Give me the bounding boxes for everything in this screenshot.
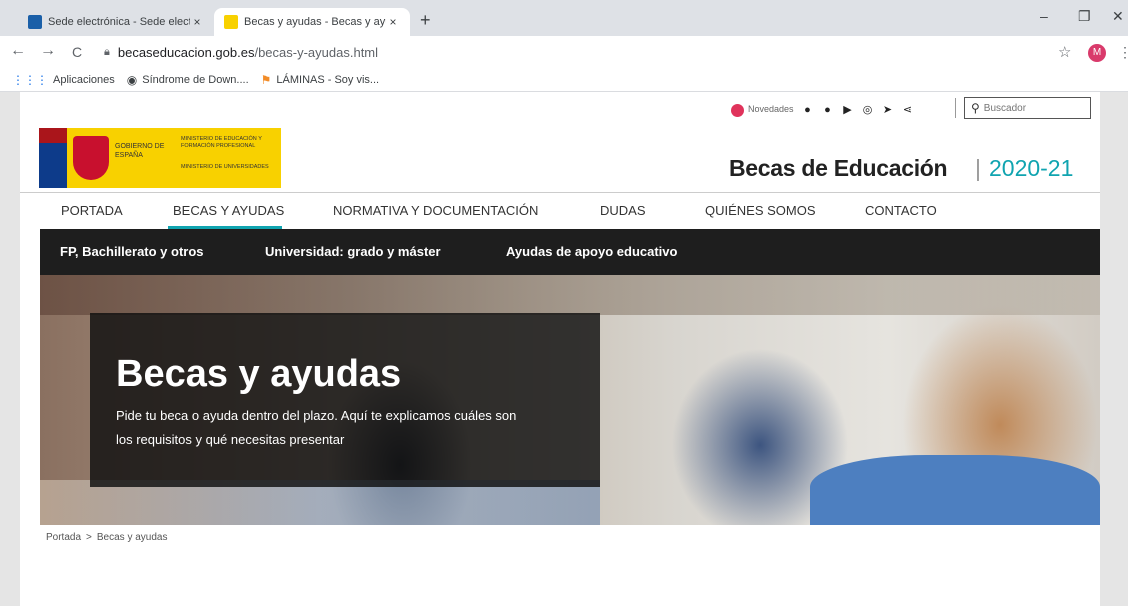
apps-grid-icon: ⋮⋮⋮	[12, 72, 48, 87]
reload-icon[interactable]: C	[72, 44, 82, 60]
nav-becas-y-ayudas[interactable]: BECAS Y AYUDAS	[173, 203, 284, 218]
hero-background-shelf	[40, 275, 1100, 315]
coat-of-arms-icon	[73, 136, 109, 180]
browser-tabstrip: Sede electrónica - Sede electrón × Becas…	[0, 0, 1128, 36]
page: Novedades ● ● ▶ ◎ ➤ ⋖ ⚲ GOBIERNO DE ESPA…	[20, 92, 1100, 606]
minimize-icon[interactable]: –	[1040, 8, 1048, 24]
novedades-bell-icon[interactable]	[731, 104, 744, 117]
tab-close-icon[interactable]: ×	[190, 15, 204, 29]
breadcrumb-home[interactable]: Portada	[46, 532, 81, 543]
nav-dudas[interactable]: DUDAS	[600, 203, 646, 218]
search-input[interactable]	[983, 102, 1079, 114]
logo-ministerio-educacion: MINISTERIO DE EDUCACIÓN Y FORMACIÓN PROF…	[181, 136, 262, 149]
lock-icon: 🔒︎	[104, 45, 110, 58]
bookmarks-bar: ⋮⋮⋮ Aplicaciones ◉ Síndrome de Down.... …	[0, 68, 1128, 92]
globe-icon: ◉	[126, 72, 138, 87]
novedades-link[interactable]: Novedades	[748, 104, 794, 114]
utility-bar: Novedades ● ● ▶ ◎ ➤ ⋖ ⚲	[20, 92, 1100, 124]
tab-title: Becas y ayudas - Becas y ayudas	[244, 16, 386, 28]
breadcrumb-separator: >	[86, 532, 92, 543]
breadcrumb: Portada > Becas y ayudas	[46, 532, 167, 543]
becas-favicon-icon	[224, 15, 238, 29]
logo-ministerio-universidades: MINISTERIO DE UNIVERSIDADES	[181, 164, 269, 170]
restore-icon[interactable]: ❐	[1078, 8, 1091, 25]
browser-tab-becas[interactable]: Becas y ayudas - Becas y ayudas ×	[214, 8, 410, 36]
subnav-universidad[interactable]: Universidad: grado y máster	[265, 244, 441, 259]
sede-favicon-icon	[28, 15, 42, 29]
bookmark-label: LÁMINAS - Soy vis...	[276, 73, 380, 86]
telegram-icon[interactable]: ➤	[880, 102, 895, 117]
hero-title: Becas y ayudas	[116, 353, 402, 395]
close-window-icon[interactable]: ✕	[1112, 8, 1124, 25]
instagram-icon[interactable]: ◎	[860, 102, 875, 117]
bookmark-laminas[interactable]: ⚑ LÁMINAS - Soy vis...	[261, 73, 379, 87]
government-logo[interactable]: GOBIERNO DE ESPAÑA MINISTERIO DE EDUCACI…	[39, 128, 281, 188]
browser-menu-icon[interactable]: ⋮	[1118, 44, 1128, 61]
breadcrumb-current: Becas y ayudas	[96, 532, 168, 543]
browser-tab-sede[interactable]: Sede electrónica - Sede electrón ×	[18, 8, 214, 36]
site-title[interactable]: Becas de Educación	[729, 155, 948, 182]
back-icon[interactable]: ←	[10, 42, 26, 60]
tab-title: Sede electrónica - Sede electrón	[48, 16, 190, 28]
bookmark-flag-icon: ⚑	[260, 72, 272, 87]
bookmark-star-icon[interactable]: ☆	[1058, 43, 1071, 61]
search-icon[interactable]: ⚲	[971, 101, 980, 115]
hero-description: Pide tu beca o ayuda dentro del plazo. A…	[116, 408, 517, 447]
new-tab-button[interactable]: +	[420, 10, 431, 31]
subnav-fp-bachillerato[interactable]: FP, Bachillerato y otros	[60, 244, 204, 259]
forward-icon[interactable]: →	[40, 42, 56, 60]
subnav-ayudas-apoyo[interactable]: Ayudas de apoyo educativo	[506, 244, 677, 259]
browser-toolbar: ← → C 🔒︎ becaseducacion.gob.es/becas-y-a…	[0, 36, 1128, 68]
twitter-icon[interactable]: ●	[820, 102, 835, 117]
youtube-icon[interactable]: ▶	[840, 102, 855, 117]
nav-normativa[interactable]: NORMATIVA Y DOCUMENTACIÓN	[333, 203, 538, 218]
search-box[interactable]: ⚲	[964, 97, 1091, 119]
tab-close-icon[interactable]: ×	[386, 15, 400, 29]
hero-banner: Becas y ayudas Pide tu beca o ayuda dent…	[40, 275, 1100, 525]
page-viewport: Novedades ● ● ▶ ◎ ➤ ⋖ ⚲ GOBIERNO DE ESPA…	[0, 92, 1128, 606]
logo-gobierno-text: GOBIERNO DE ESPAÑA	[115, 143, 165, 159]
sub-nav: FP, Bachillerato y otros Universidad: gr…	[40, 229, 1100, 275]
bookmark-apps[interactable]: ⋮⋮⋮ Aplicaciones	[12, 73, 115, 87]
divider	[955, 98, 956, 118]
bookmark-label: Aplicaciones	[53, 73, 115, 86]
main-nav: PORTADA BECAS Y AYUDAS NORMATIVA Y DOCUM…	[20, 192, 1100, 229]
facebook-icon[interactable]: ●	[800, 102, 815, 117]
bookmark-sindrome[interactable]: ◉ Síndrome de Down....	[127, 73, 249, 87]
profile-avatar[interactable]: M	[1088, 44, 1106, 62]
share-icon[interactable]: ⋖	[900, 102, 915, 117]
nav-quienes-somos[interactable]: QUIÉNES SOMOS	[705, 203, 816, 218]
url-host: becaseducacion.gob.es	[117, 44, 255, 60]
url-path: /becas-y-ayudas.html	[254, 44, 379, 60]
hero-text-box: Becas y ayudas Pide tu beca o ayuda dent…	[90, 313, 600, 487]
year-text: 2020-21	[988, 155, 1074, 181]
eu-flag-icon	[39, 128, 67, 188]
nav-contacto[interactable]: CONTACTO	[865, 203, 937, 218]
hero-background-figure	[810, 455, 1100, 525]
nav-portada[interactable]: PORTADA	[61, 203, 123, 218]
bookmark-label: Síndrome de Down....	[142, 73, 249, 86]
site-year: | 2020-21	[975, 155, 1073, 182]
year-separator: |	[975, 155, 981, 181]
address-bar[interactable]: 🔒︎ becaseducacion.gob.es/becas-y-ayudas.…	[104, 40, 404, 64]
